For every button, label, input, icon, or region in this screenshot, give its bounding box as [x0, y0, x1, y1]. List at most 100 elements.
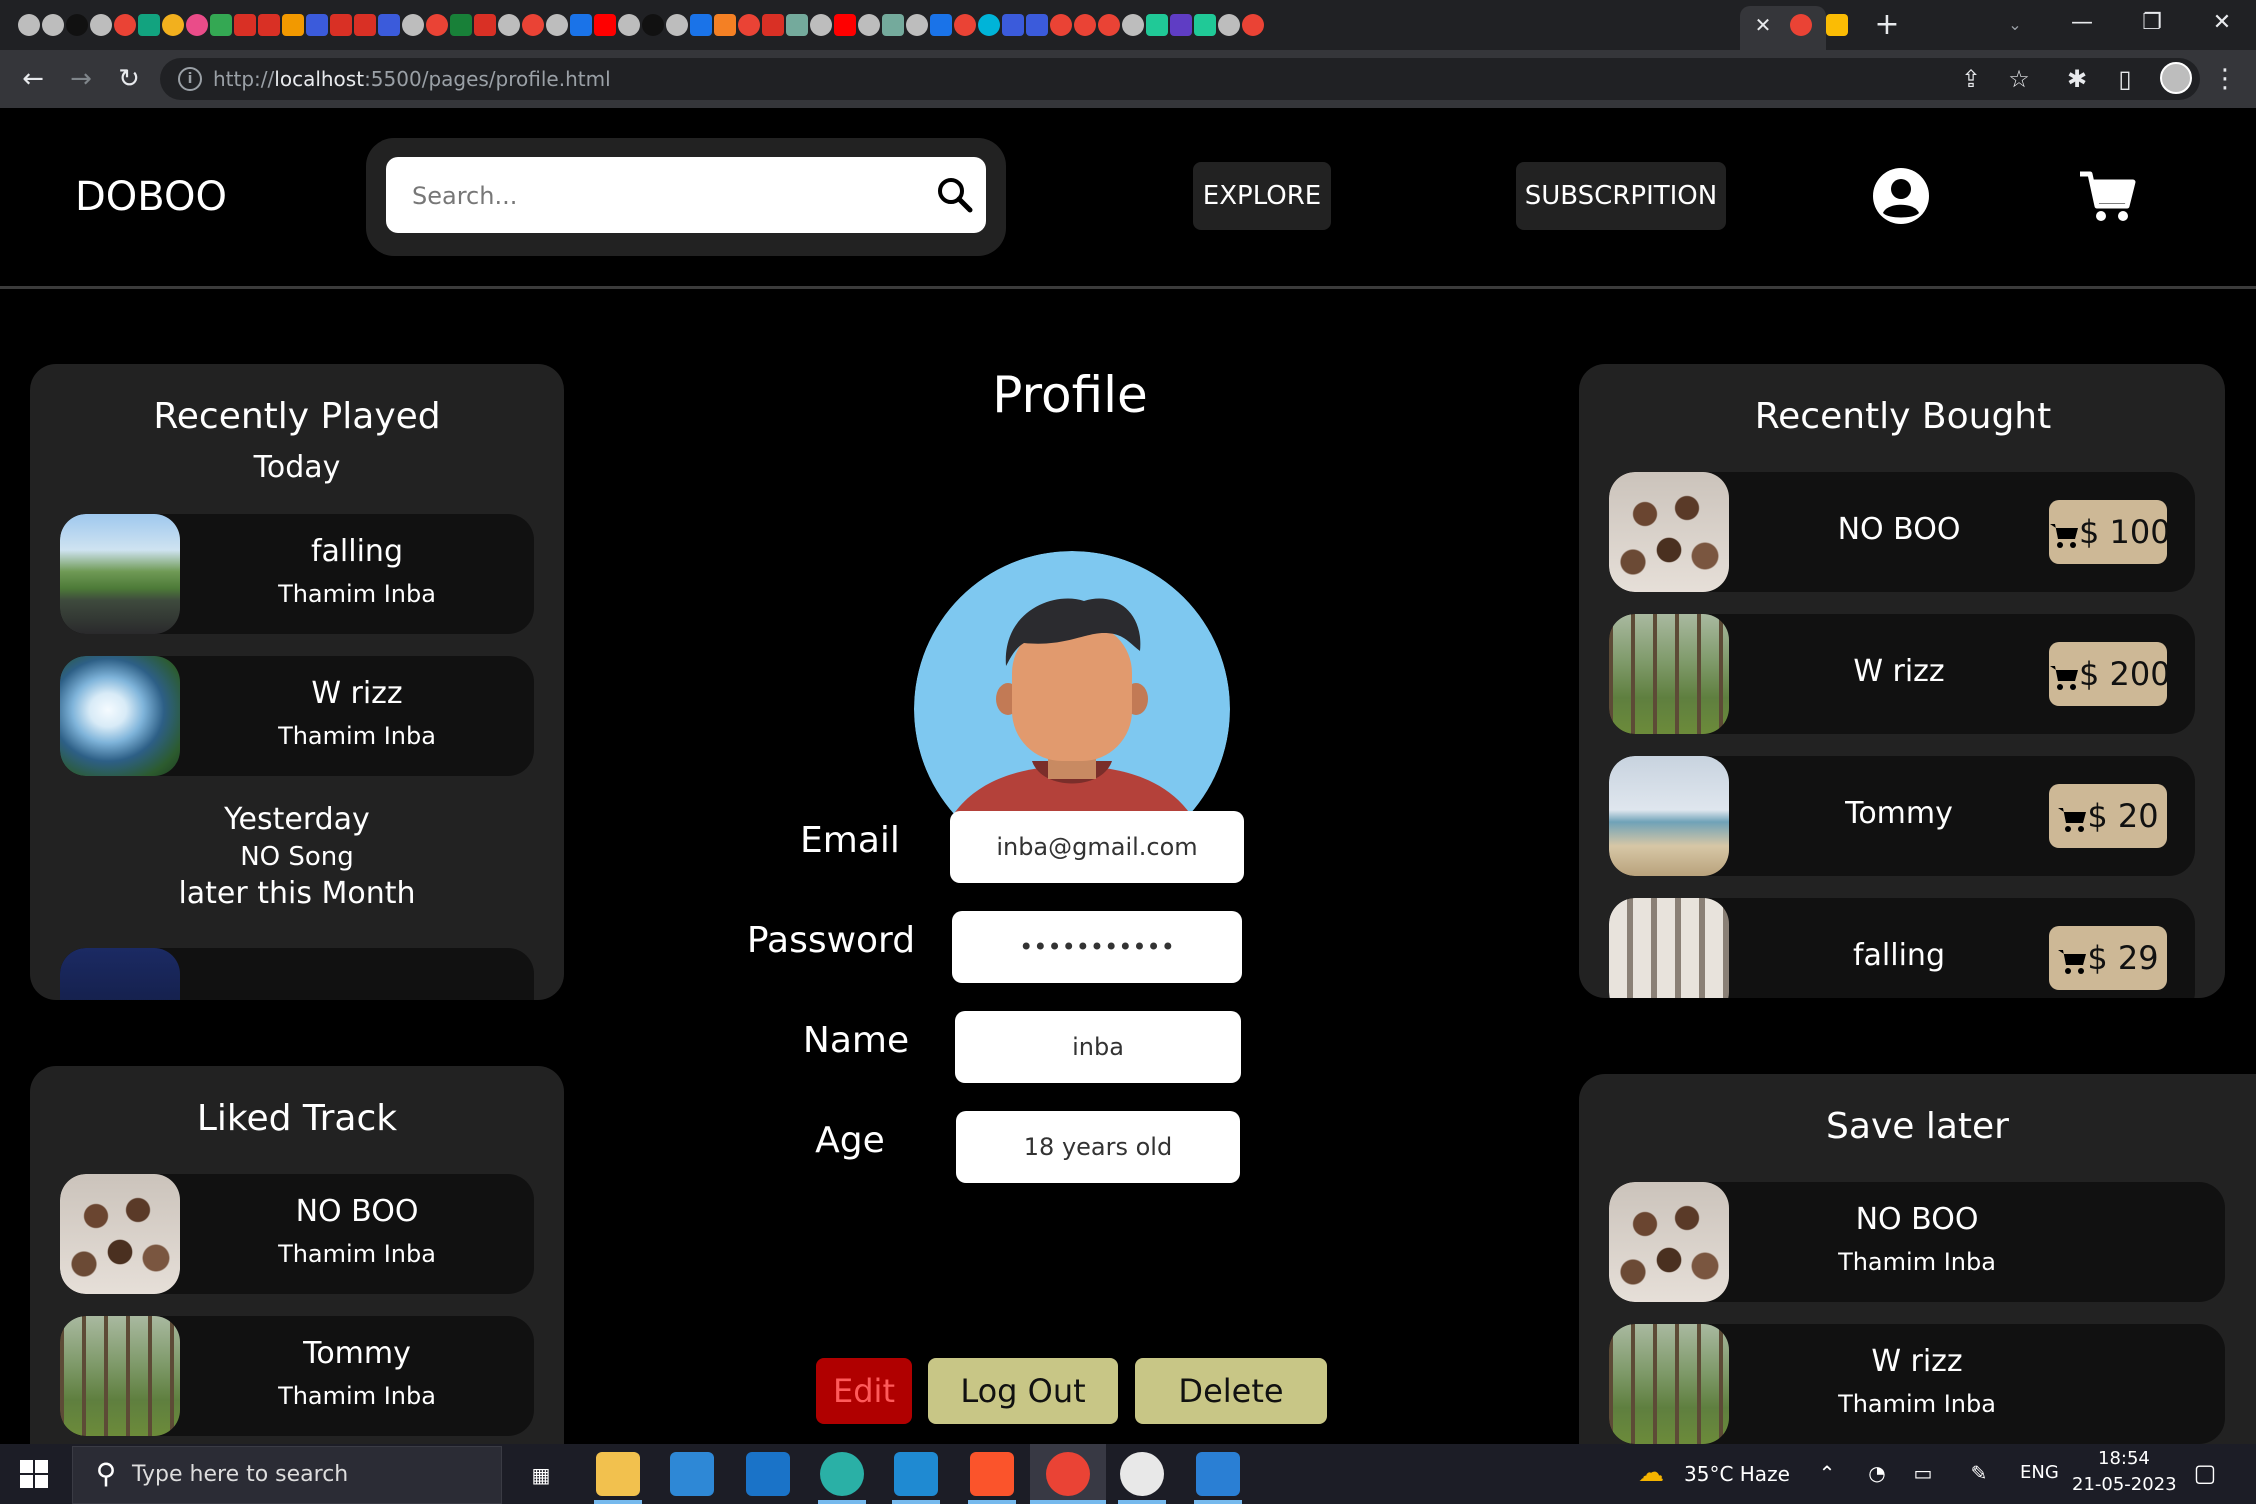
tab-favicon[interactable]	[618, 14, 640, 36]
tab-favicon[interactable]	[1146, 14, 1168, 36]
tab-favicon[interactable]	[498, 14, 520, 36]
weather-text[interactable]: 35°C Haze	[1684, 1462, 1790, 1486]
photos-icon[interactable]	[1196, 1452, 1240, 1496]
search-input[interactable]	[412, 176, 912, 216]
back-icon[interactable]: ←	[16, 62, 50, 96]
side-panel-icon[interactable]: ▯	[2108, 62, 2142, 96]
tab-favicon[interactable]	[714, 14, 736, 36]
tab-favicon[interactable]	[1170, 14, 1192, 36]
name-field[interactable]: inba	[955, 1011, 1241, 1083]
price-tag[interactable]: $ 20	[2049, 784, 2167, 848]
task-view-icon[interactable]: ▦	[526, 1460, 556, 1490]
purchase-card[interactable]: NO BOO $ 100	[1609, 472, 2195, 592]
edit-button[interactable]: Edit	[816, 1358, 912, 1424]
track-card[interactable]: falling Thamim Inba	[60, 514, 534, 634]
tab-favicon[interactable]	[690, 14, 712, 36]
url-text[interactable]: http://localhost:5500/pages/profile.html	[213, 64, 611, 94]
wifi-icon[interactable]: ◔	[1862, 1458, 1892, 1488]
tab-favicon[interactable]	[570, 14, 592, 36]
browser-profile-avatar[interactable]	[2160, 62, 2192, 94]
weather-icon[interactable]: ☁	[1636, 1458, 1666, 1488]
reload-icon[interactable]: ↻	[112, 62, 146, 96]
tab-favicon[interactable]	[594, 14, 616, 36]
tab-favicon[interactable]	[954, 14, 976, 36]
tab-favicon[interactable]	[1218, 14, 1240, 36]
chevron-up-icon[interactable]: ⌃	[1812, 1458, 1842, 1488]
brand-logo[interactable]: DOBOO	[75, 174, 227, 220]
tab-favicon[interactable]	[858, 14, 880, 36]
star-icon[interactable]: ☆	[2002, 62, 2036, 96]
windows-start-icon[interactable]	[20, 1460, 48, 1488]
tab-favicon[interactable]	[1194, 14, 1216, 36]
tab-favicon[interactable]	[1098, 14, 1120, 36]
tab-favicon[interactable]	[810, 14, 832, 36]
slack-icon[interactable]	[1120, 1452, 1164, 1496]
purchase-card[interactable]: W rizz $ 200	[1609, 614, 2195, 734]
age-field[interactable]: 18 years old	[956, 1111, 1240, 1183]
restore-icon[interactable]: ❐	[2132, 6, 2172, 40]
tab-favicon[interactable]	[522, 14, 544, 36]
close-tab-icon[interactable]: ✕	[1752, 12, 1774, 38]
tab-favicon[interactable]	[642, 14, 664, 36]
tab-favicon[interactable]	[138, 14, 160, 36]
mail-icon[interactable]	[746, 1452, 790, 1496]
extensions-icon[interactable]: ✱	[2060, 62, 2094, 96]
pen-icon[interactable]: ✎	[1964, 1458, 1994, 1488]
tab-search-icon[interactable]: ⌄	[2000, 10, 2030, 40]
track-card[interactable]	[60, 948, 534, 1000]
track-card[interactable]: NO BOO Thamim Inba	[60, 1174, 534, 1294]
forward-icon[interactable]: →	[64, 62, 98, 96]
tab-favicon[interactable]	[906, 14, 928, 36]
tab-favicon[interactable]	[402, 14, 424, 36]
tab-favicon[interactable]	[1050, 14, 1072, 36]
logout-button[interactable]: Log Out	[928, 1358, 1118, 1424]
clock-time[interactable]: 18:54	[2098, 1448, 2150, 1469]
tab-favicon[interactable]	[306, 14, 328, 36]
minimize-icon[interactable]: —	[2062, 6, 2102, 40]
tab-favicon[interactable]	[738, 14, 760, 36]
menu-icon[interactable]: ⋮	[2212, 62, 2238, 96]
file-explorer-icon[interactable]	[596, 1452, 640, 1496]
vscode-icon[interactable]	[894, 1452, 938, 1496]
tab-favicon[interactable]	[786, 14, 808, 36]
track-card[interactable]: W rizz Thamim Inba	[60, 656, 534, 776]
tab-favicon[interactable]	[66, 14, 88, 36]
track-card[interactable]: W rizz Thamim Inba	[1609, 1324, 2225, 1444]
tab-favicon[interactable]	[1122, 14, 1144, 36]
track-card[interactable]: NO BOO Thamim Inba	[1609, 1182, 2225, 1302]
tab-favicon[interactable]	[186, 14, 208, 36]
tab-favicon[interactable]	[762, 14, 784, 36]
tab-favicon[interactable]	[666, 14, 688, 36]
tab-favicon[interactable]	[234, 14, 256, 36]
brave-icon[interactable]	[970, 1452, 1014, 1496]
tab-favicon[interactable]	[1026, 14, 1048, 36]
price-tag[interactable]: $ 100	[2049, 500, 2171, 564]
clock-date[interactable]: 21-05-2023	[2072, 1474, 2177, 1495]
tab-favicon[interactable]	[930, 14, 952, 36]
window-close-icon[interactable]: ✕	[2202, 6, 2242, 40]
tab-favicon[interactable]	[1002, 14, 1024, 36]
microsoft-store-icon[interactable]	[670, 1452, 714, 1496]
subscription-button[interactable]: SUBSCRPITION	[1516, 162, 1726, 230]
tab-favicon[interactable]	[258, 14, 280, 36]
explore-button[interactable]: EXPLORE	[1193, 162, 1331, 230]
price-tag[interactable]: $ 29	[2049, 926, 2167, 990]
tab-favicon[interactable]	[1074, 14, 1096, 36]
delete-button[interactable]: Delete	[1135, 1358, 1327, 1424]
language-indicator[interactable]: ENG	[2020, 1462, 2059, 1483]
tab-favicon[interactable]	[882, 14, 904, 36]
search-icon[interactable]	[936, 176, 974, 214]
chrome-icon[interactable]	[1046, 1452, 1090, 1496]
edge-icon[interactable]	[820, 1452, 864, 1496]
tab-favicon[interactable]	[354, 14, 376, 36]
battery-icon[interactable]: ▭	[1908, 1458, 1938, 1488]
notifications-icon[interactable]: ▢	[2190, 1458, 2220, 1488]
tab-favicon[interactable]	[474, 14, 496, 36]
purchase-card[interactable]: falling $ 29	[1609, 898, 2195, 998]
share-icon[interactable]: ⇪	[1954, 62, 1988, 96]
track-card[interactable]: Tommy Thamim Inba	[60, 1316, 534, 1436]
tab-favicon[interactable]	[450, 14, 472, 36]
tab-favicon[interactable]	[546, 14, 568, 36]
tab-favicon[interactable]	[330, 14, 352, 36]
tab-favicon[interactable]	[42, 14, 64, 36]
